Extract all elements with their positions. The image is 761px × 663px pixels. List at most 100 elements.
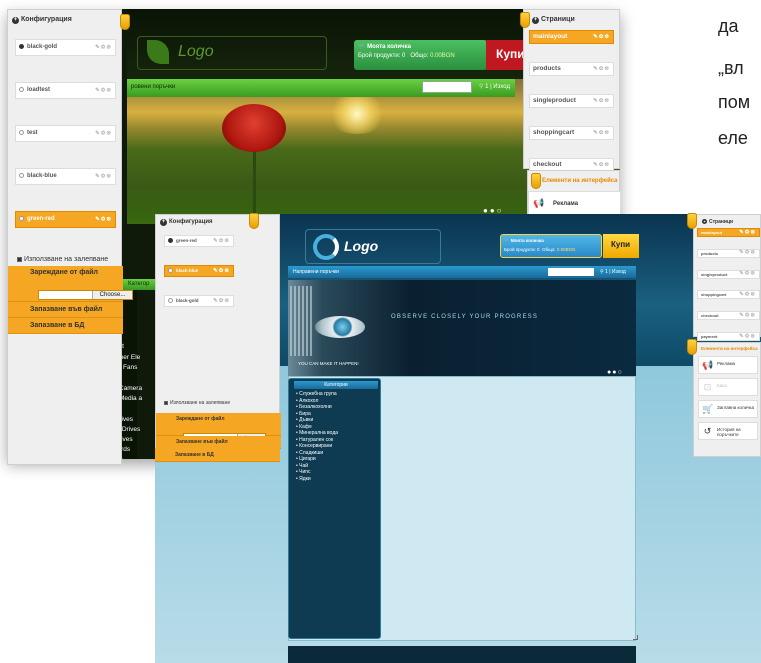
file-input[interactable]: Choose... bbox=[38, 290, 133, 300]
checkbox-icon[interactable] bbox=[164, 400, 168, 405]
page-actions-icon[interactable]: ✎✿⊗ bbox=[739, 291, 756, 298]
radio-icon[interactable] bbox=[19, 129, 24, 135]
page-item-products[interactable]: products ✎✿⊗ bbox=[697, 248, 760, 258]
nav-links[interactable]: ⚲ 1 | Изход bbox=[479, 83, 510, 90]
ui-item[interactable]: 📢 Реклама bbox=[698, 356, 758, 374]
category-item[interactable]: • Ядки bbox=[296, 476, 338, 483]
category-label[interactable]: Консервирани bbox=[299, 443, 332, 449]
page-item-products[interactable]: products ✎✿⊗ bbox=[529, 62, 614, 76]
radio-icon[interactable] bbox=[168, 238, 173, 244]
radio-icon[interactable] bbox=[19, 215, 24, 221]
slider-dots[interactable]: ●●○ bbox=[607, 369, 623, 376]
pushpin-icon[interactable] bbox=[687, 339, 697, 355]
page-actions-icon[interactable]: ✎✿⊗ bbox=[593, 95, 610, 107]
page-item-singleproduct[interactable]: singleproduct ✎✿⊗ bbox=[697, 269, 760, 279]
page-actions-icon[interactable]: ✎✿⊗ bbox=[739, 229, 756, 236]
config-actions-icon[interactable]: ✎✿⊗ bbox=[213, 266, 230, 276]
checkbox-icon[interactable] bbox=[17, 256, 22, 262]
plus-icon[interactable]: + bbox=[702, 219, 707, 224]
page-item-shoppingcart[interactable]: shoppingcart ✎✿⊗ bbox=[697, 290, 760, 300]
config-actions-icon[interactable]: ✎✿⊗ bbox=[95, 126, 112, 141]
nav-title[interactable]: ровени поръчки bbox=[131, 84, 175, 90]
config-item-black-blue[interactable]: black-blue ✎✿⊗ bbox=[15, 168, 116, 185]
cart-summary[interactable]: 🛒 Моята количка Брой продукти: 0 Общо: 0… bbox=[500, 234, 602, 258]
pushpin-icon[interactable] bbox=[520, 12, 530, 28]
logout-link[interactable]: 1 | Изход bbox=[485, 84, 510, 90]
nav-title[interactable]: Направени поръчки bbox=[293, 269, 339, 275]
cart-total-label: Общо: bbox=[410, 53, 429, 59]
category-label[interactable]: Бира bbox=[299, 411, 311, 417]
page-actions-icon[interactable]: ✎✿⊗ bbox=[739, 333, 756, 340]
config-item-black-gold[interactable]: black-gold ✎✿⊗ bbox=[15, 39, 116, 56]
category-label[interactable]: Алкохол bbox=[299, 398, 318, 404]
pushpin-icon[interactable] bbox=[531, 173, 541, 189]
config-actions-icon[interactable]: ✎✿⊗ bbox=[95, 212, 112, 227]
page-item-shoppingcart[interactable]: shoppingcart ✎✿⊗ bbox=[529, 126, 614, 140]
pushpin-icon[interactable] bbox=[120, 14, 130, 30]
page-actions-icon[interactable]: ✎✿⊗ bbox=[593, 127, 610, 139]
search-icon[interactable]: ⚲ bbox=[600, 269, 604, 275]
config-actions-icon[interactable]: ✎✿⊗ bbox=[95, 40, 112, 55]
category-label[interactable]: Дъвки bbox=[299, 417, 313, 423]
page-actions-icon[interactable]: ✎✿⊗ bbox=[593, 31, 610, 43]
category-label[interactable]: Безалкохолни bbox=[299, 404, 332, 410]
search-icon[interactable]: ⚲ bbox=[479, 84, 483, 90]
config-actions-icon[interactable]: ✎✿⊗ bbox=[95, 169, 112, 184]
config-item-loadtest[interactable]: loadtest ✎✿⊗ bbox=[15, 82, 116, 99]
use-cache-checkbox[interactable]: Използване на залепване bbox=[164, 400, 230, 406]
page-item-checkout[interactable]: checkout ✎✿⊗ bbox=[697, 311, 760, 321]
ui-item[interactable]: 🛒 Заглавна количка bbox=[698, 400, 758, 418]
pushpin-icon[interactable] bbox=[249, 213, 259, 229]
category-label[interactable]: Служебна група bbox=[299, 391, 337, 397]
choose-file-button[interactable]: Choose... bbox=[92, 291, 132, 299]
radio-icon[interactable] bbox=[168, 298, 173, 304]
page-item-mainlayout[interactable]: mainlayout ✎✿⊗ bbox=[529, 30, 614, 44]
page-actions-icon[interactable]: ✎✿⊗ bbox=[739, 312, 756, 319]
cart-summary[interactable]: 🛒 Моята количка Брой продукти: 0 Общо: 0… bbox=[354, 40, 487, 70]
config-actions-icon[interactable]: ✎✿⊗ bbox=[95, 83, 112, 98]
ui-item[interactable]: ⊡ Каса bbox=[698, 378, 758, 396]
category-label[interactable]: Натурален сок bbox=[299, 437, 333, 443]
buy-button[interactable]: Купи bbox=[486, 40, 526, 70]
use-cache-checkbox[interactable]: Използване на залепване bbox=[17, 256, 108, 263]
search-input[interactable] bbox=[548, 268, 594, 276]
plus-icon[interactable]: + bbox=[532, 17, 539, 24]
plus-icon[interactable]: + bbox=[160, 219, 167, 226]
category-label[interactable]: Минерална вода bbox=[299, 430, 338, 436]
config-item-green-red[interactable]: green-red ✎✿⊗ bbox=[164, 235, 234, 247]
config-item-test[interactable]: test ✎✿⊗ bbox=[15, 125, 116, 142]
page-item-mainlayout[interactable]: mainlayout ✎✿⊗ bbox=[697, 228, 760, 237]
category-label[interactable]: Чай bbox=[299, 463, 308, 469]
page-actions-icon[interactable]: ✎✿⊗ bbox=[593, 63, 610, 75]
config-item-black-blue[interactable]: black-blue ✎✿⊗ bbox=[164, 265, 234, 277]
save-to-db-button[interactable]: Запазване в БД bbox=[8, 318, 123, 334]
category-label[interactable]: Кафе bbox=[299, 424, 312, 430]
page-actions-icon[interactable]: ✎✿⊗ bbox=[739, 250, 756, 257]
category-label[interactable]: Сладкиши bbox=[299, 450, 323, 456]
ui-item-ad[interactable]: 📢 Реклама bbox=[528, 191, 621, 216]
page-actions-icon[interactable]: ✎✿⊗ bbox=[739, 271, 756, 278]
save-to-db-button[interactable]: Запазване в БД bbox=[155, 448, 280, 462]
buy-button[interactable]: Купи bbox=[603, 234, 639, 258]
radio-icon[interactable] bbox=[168, 268, 173, 274]
config-actions-icon[interactable]: ✎✿⊗ bbox=[213, 236, 230, 246]
plus-icon[interactable]: + bbox=[12, 17, 19, 24]
page-item-payment[interactable]: payment ✎✿⊗ bbox=[697, 332, 760, 341]
search-input[interactable] bbox=[422, 81, 472, 93]
save-to-file-button[interactable]: Запазване във файл bbox=[8, 302, 123, 318]
category-label[interactable]: Цигари bbox=[299, 456, 316, 462]
radio-icon[interactable] bbox=[19, 172, 24, 178]
nav-links[interactable]: ⚲ 1 | Изход bbox=[600, 269, 626, 275]
config-actions-icon[interactable]: ✎✿⊗ bbox=[213, 296, 230, 306]
category-label[interactable]: Чипс bbox=[299, 469, 310, 475]
logout-link[interactable]: 1 | Изход bbox=[605, 269, 626, 275]
radio-icon[interactable] bbox=[19, 86, 24, 92]
resize-handle[interactable] bbox=[633, 635, 638, 640]
pushpin-icon[interactable] bbox=[687, 213, 697, 229]
page-item-singleproduct[interactable]: singleproduct ✎✿⊗ bbox=[529, 94, 614, 108]
ui-item[interactable]: ↺ История на поръчките bbox=[698, 422, 758, 440]
config-item-black-gold[interactable]: black-gold ✎✿⊗ bbox=[164, 295, 234, 307]
config-item-green-red[interactable]: green-red ✎✿⊗ bbox=[15, 211, 116, 228]
radio-icon[interactable] bbox=[19, 43, 24, 49]
category-label[interactable]: Ядки bbox=[299, 476, 311, 482]
